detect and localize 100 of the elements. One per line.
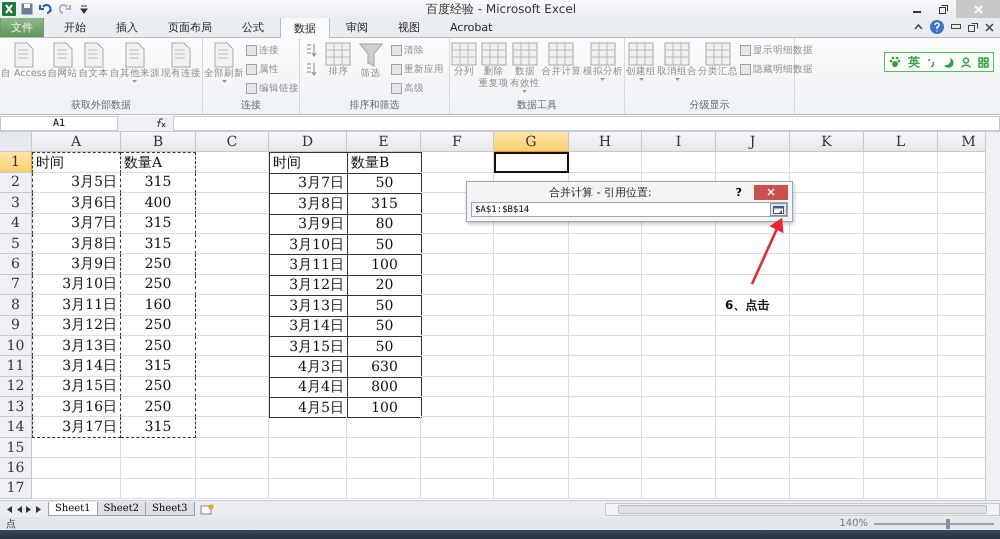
- row-header[interactable]: 3: [0, 193, 32, 214]
- zoom-level: 140%: [839, 518, 868, 529]
- row-header[interactable]: 2: [0, 172, 32, 194]
- sheet-tab[interactable]: Sheet3: [145, 502, 195, 516]
- ribbon-tab[interactable]: 页面布局: [154, 17, 226, 37]
- row-header[interactable]: 1: [0, 152, 32, 173]
- table-icon: [451, 42, 478, 66]
- ribbon-tab[interactable]: 审阅: [332, 17, 382, 37]
- ribbon-tab[interactable]: 数据: [280, 17, 330, 38]
- table-cell: 3月5日: [32, 172, 121, 194]
- window-icon: [773, 206, 784, 214]
- insert-function-button[interactable]: [118, 116, 173, 130]
- table-cell: 数量A: [121, 152, 196, 173]
- undo-icon[interactable]: [38, 3, 54, 15]
- table-cell: 4月5日: [269, 397, 348, 418]
- ribbon-tab[interactable]: 插入: [102, 17, 152, 37]
- excel-logo-icon[interactable]: [2, 2, 16, 16]
- column-header[interactable]: F: [421, 132, 494, 152]
- table-cell: 250: [121, 316, 196, 336]
- row-header[interactable]: 4: [0, 214, 32, 234]
- sheet-tab[interactable]: Sheet2: [96, 502, 146, 516]
- row-header[interactable]: 8: [0, 295, 32, 316]
- table-cell: 数量B: [347, 152, 422, 174]
- column-header[interactable]: B: [121, 132, 196, 152]
- help-icon[interactable]: [930, 20, 944, 34]
- table-cell: 3月17日: [32, 417, 121, 438]
- row-header[interactable]: 17: [0, 478, 32, 500]
- expand-dialog-button[interactable]: [770, 203, 787, 216]
- customize-icon[interactable]: [80, 4, 88, 14]
- close-button[interactable]: [754, 184, 788, 200]
- column-header[interactable]: C: [196, 132, 269, 152]
- document-icon: [213, 42, 235, 68]
- document-icon: [246, 64, 257, 74]
- document-icon: [52, 42, 74, 68]
- zoom-slider-thumb[interactable]: [946, 518, 950, 528]
- table-cell: 250: [121, 376, 196, 398]
- caret-icon: [522, 90, 528, 93]
- close-icon[interactable]: [985, 22, 994, 32]
- dialog-title: 合并计算 - 引用位置:: [548, 184, 653, 200]
- column-header[interactable]: J: [716, 132, 790, 152]
- table-cell: 时间: [269, 152, 348, 174]
- row-header[interactable]: 13: [0, 397, 32, 418]
- column-header[interactable]: D: [269, 132, 347, 152]
- row-header[interactable]: 12: [0, 376, 32, 398]
- caret-icon: [600, 78, 606, 81]
- row-header[interactable]: 15: [0, 438, 32, 458]
- table-cell: 3月9日: [32, 254, 121, 275]
- group-label: 获取外部数据: [70, 99, 132, 113]
- table-cell: 3月7日: [32, 214, 121, 234]
- column-header[interactable]: M: [938, 132, 985, 152]
- group-label: 连接: [240, 99, 262, 113]
- horizontal-scrollbar[interactable]: [605, 502, 1000, 516]
- name-box[interactable]: A1: [0, 116, 118, 130]
- row-header[interactable]: 16: [0, 458, 32, 479]
- row-header[interactable]: 6: [0, 254, 32, 275]
- restore-icon[interactable]: [968, 22, 978, 32]
- funnel-icon: [358, 42, 383, 68]
- column-header[interactable]: A: [32, 132, 121, 152]
- table-cell: 315: [121, 417, 196, 438]
- row-header[interactable]: 9: [0, 316, 32, 336]
- caret-icon: [674, 78, 680, 81]
- row-header[interactable]: 7: [0, 274, 32, 296]
- save-icon[interactable]: [21, 3, 33, 15]
- table-cell: 3月11日: [32, 295, 121, 316]
- table-cell: 250: [121, 274, 196, 296]
- ribbon-tab[interactable]: 开始: [50, 17, 100, 37]
- active-cell[interactable]: [494, 152, 569, 173]
- row-header[interactable]: 10: [0, 336, 32, 356]
- sheet-tab[interactable]: Sheet1: [48, 502, 98, 516]
- row-header[interactable]: 5: [0, 234, 32, 254]
- column-header[interactable]: H: [569, 132, 642, 152]
- table-cell: 250: [121, 336, 196, 356]
- new-sheet-icon[interactable]: [200, 504, 214, 514]
- column-header[interactable]: E: [347, 132, 421, 152]
- column-header[interactable]: L: [864, 132, 938, 152]
- table-icon: [512, 42, 538, 66]
- minimize-icon[interactable]: [951, 24, 961, 30]
- column-header[interactable]: K: [790, 132, 864, 152]
- row-header[interactable]: 14: [0, 417, 32, 438]
- table-cell: 250: [121, 254, 196, 275]
- function-icon: [155, 118, 167, 128]
- caret-icon: [132, 80, 138, 83]
- column-header[interactable]: I: [642, 132, 716, 152]
- ribbon-tab[interactable]: 视图: [384, 17, 434, 37]
- formula-field[interactable]: [173, 116, 1000, 130]
- reference-field[interactable]: $A$1:$B$14: [471, 202, 788, 217]
- table-cell: 250: [121, 397, 196, 418]
- restore-icon: [938, 4, 948, 14]
- document-icon: [390, 44, 402, 56]
- table-cell: 100: [347, 397, 422, 418]
- sort-icon: [305, 62, 318, 76]
- column-header[interactable]: G: [494, 132, 569, 152]
- vertical-scrollbar[interactable]: [985, 132, 1000, 500]
- table-cell: 3月14日: [32, 356, 121, 377]
- collapse-ribbon-icon[interactable]: [914, 24, 923, 30]
- ribbon-tab[interactable]: Acrobat: [436, 17, 506, 37]
- row-header[interactable]: 11: [0, 356, 32, 377]
- ribbon-tab[interactable]: 公式: [228, 17, 278, 37]
- document-icon: [390, 82, 402, 94]
- help-button[interactable]: ?: [730, 186, 748, 198]
